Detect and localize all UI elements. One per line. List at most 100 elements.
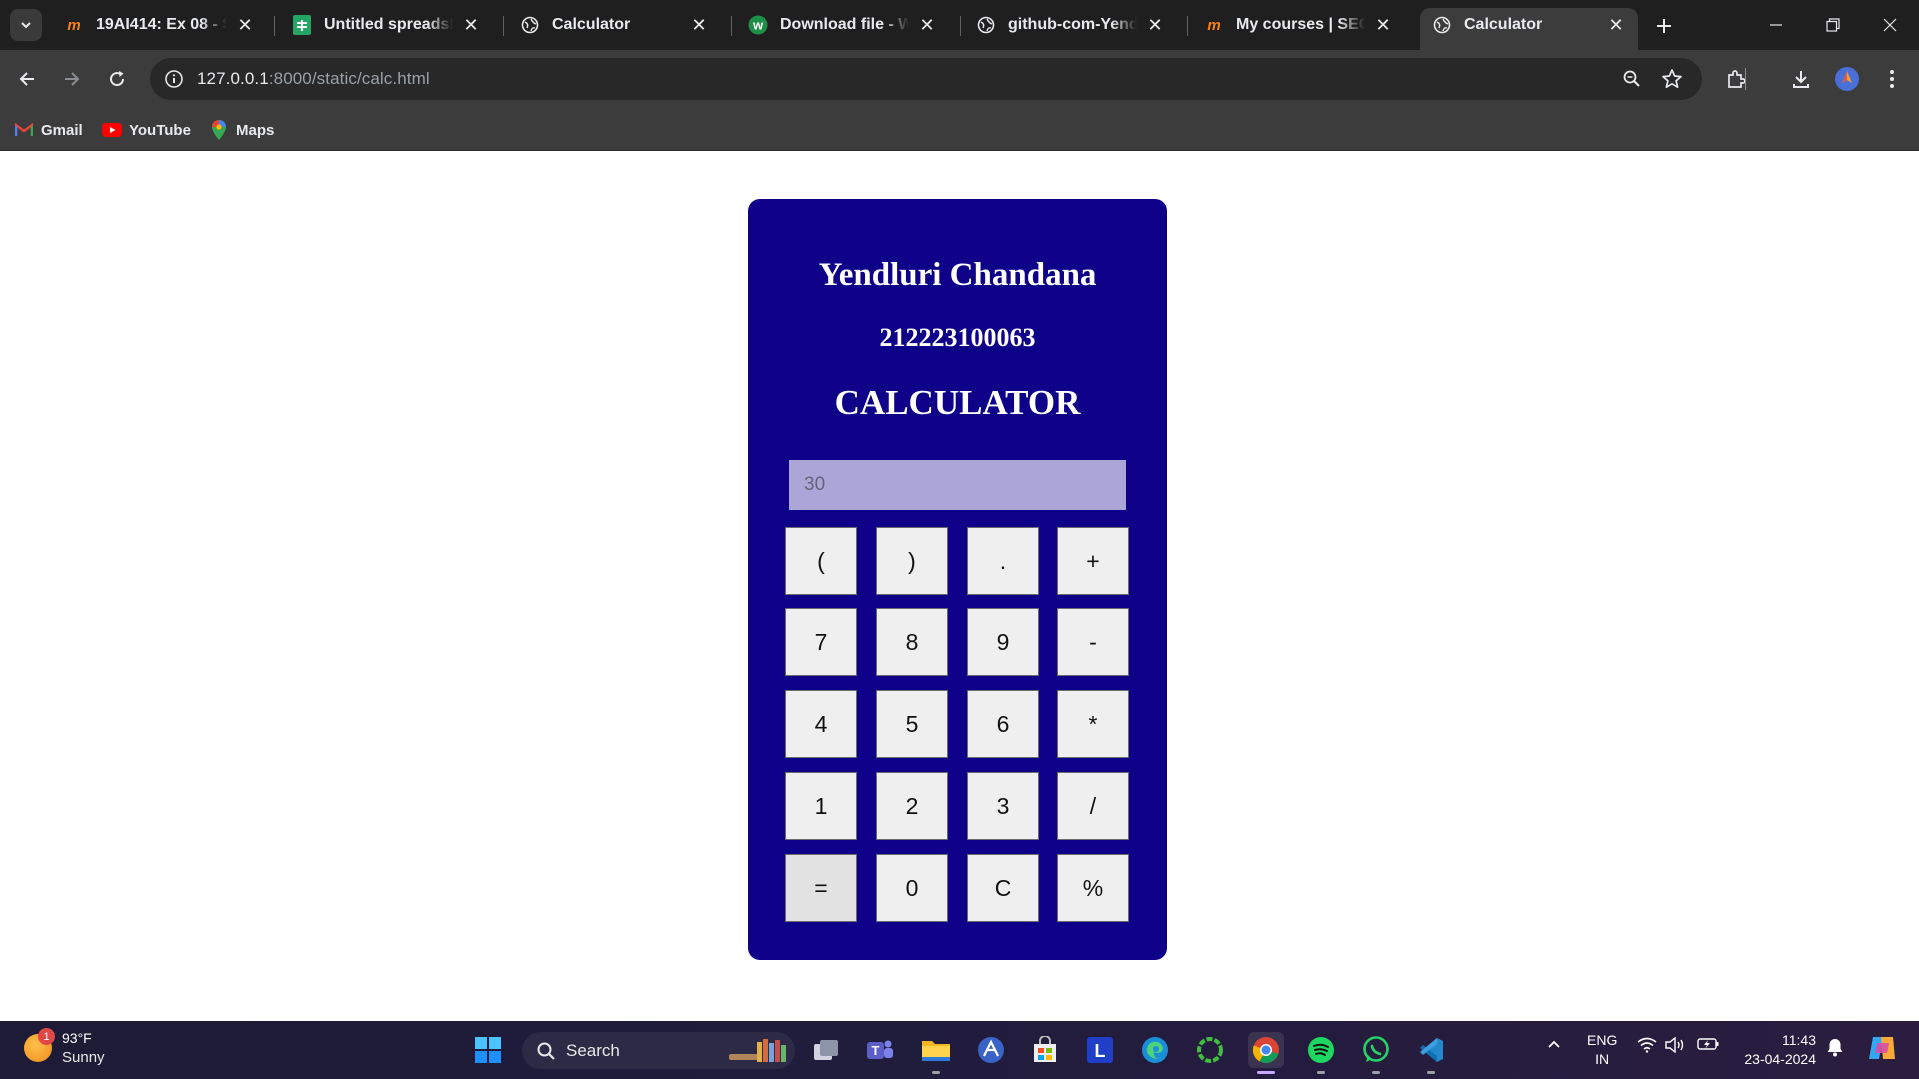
key-3[interactable]: 3 <box>967 772 1039 840</box>
page-content: Yendluri Chandana 212223100063 CALCULATO… <box>0 151 1919 1021</box>
close-icon[interactable]: ✕ <box>1373 15 1393 35</box>
tab-search-button[interactable] <box>10 9 42 41</box>
key-plus[interactable]: + <box>1057 527 1129 595</box>
notifications-icon[interactable] <box>1824 1037 1846 1057</box>
l-app[interactable]: L <box>1082 1032 1118 1068</box>
moodle-icon: m <box>1207 16 1221 34</box>
key-close-paren[interactable]: ) <box>876 527 948 595</box>
clock-date: 23-04-2024 <box>1744 1051 1816 1067</box>
notification-badge: 1 <box>38 1028 55 1045</box>
tab-6[interactable]: m My courses | SEC ✕ <box>1192 8 1405 42</box>
windows-logo-icon <box>475 1037 501 1063</box>
taskbar-search[interactable]: Search <box>522 1032 795 1069</box>
key-decimal[interactable]: . <box>967 527 1039 595</box>
bookmark-label: Maps <box>236 121 275 139</box>
forward-button[interactable] <box>55 62 89 96</box>
svg-text:w: w <box>752 18 764 33</box>
tab-separator <box>1187 16 1188 36</box>
chrome-app[interactable] <box>1248 1032 1284 1074</box>
calculator-display[interactable] <box>789 460 1126 510</box>
tab-separator <box>503 16 504 36</box>
whatsapp-app[interactable] <box>1358 1032 1394 1074</box>
back-button[interactable] <box>10 62 44 96</box>
key-1[interactable]: 1 <box>785 772 857 840</box>
language-indicator[interactable]: ENG IN <box>1587 1031 1617 1069</box>
bookmark-maps[interactable]: Maps <box>209 118 274 142</box>
key-2[interactable]: 2 <box>876 772 948 840</box>
vscode-app[interactable] <box>1413 1032 1449 1074</box>
key-0[interactable]: 0 <box>876 854 948 922</box>
address-bar[interactable]: 127.0.0.1:8000/static/calc.html <box>150 58 1702 100</box>
close-icon[interactable]: ✕ <box>917 15 937 35</box>
close-icon[interactable]: ✕ <box>461 15 481 35</box>
teams-icon: T <box>867 1040 893 1059</box>
tray-overflow-button[interactable] <box>1544 1037 1564 1051</box>
more-menu-icon[interactable] <box>1875 62 1909 96</box>
key-9[interactable]: 9 <box>967 608 1039 676</box>
arrow-left-icon <box>19 72 34 86</box>
battery-icon[interactable] <box>1697 1037 1719 1051</box>
store-app[interactable] <box>1027 1032 1063 1068</box>
spotify-app[interactable] <box>1303 1032 1339 1074</box>
key-multiply[interactable]: * <box>1057 690 1129 758</box>
close-icon[interactable]: ✕ <box>1145 15 1165 35</box>
key-equals[interactable]: = <box>785 854 857 922</box>
bookmark-star-icon[interactable] <box>1660 67 1684 91</box>
key-5[interactable]: 5 <box>876 690 948 758</box>
restore-icon <box>1826 18 1840 32</box>
tab-5[interactable]: github-com-Yendlur ✕ <box>964 8 1177 42</box>
key-8[interactable]: 8 <box>876 608 948 676</box>
weather-widget[interactable]: 1 93°F Sunny <box>24 1028 105 1067</box>
file-explorer-app[interactable] <box>918 1032 954 1074</box>
new-tab-button[interactable] <box>1650 12 1678 40</box>
bookmark-youtube[interactable]: YouTube <box>102 118 191 142</box>
key-minus[interactable]: - <box>1057 608 1129 676</box>
profile-avatar[interactable] <box>1830 62 1864 96</box>
clock[interactable]: 11:43 23-04-2024 <box>1736 1031 1816 1069</box>
restore-button[interactable] <box>1815 10 1851 40</box>
green-ring-app[interactable] <box>1192 1032 1228 1068</box>
zoom-icon[interactable] <box>1620 67 1644 91</box>
url-host: 127.0.0.1 <box>197 69 269 88</box>
key-7[interactable]: 7 <box>785 608 857 676</box>
url-text[interactable]: 127.0.0.1:8000/static/calc.html <box>197 69 430 89</box>
task-view-button[interactable] <box>808 1032 844 1068</box>
close-window-button[interactable] <box>1872 10 1908 40</box>
key-clear[interactable]: C <box>967 854 1039 922</box>
bookmark-label: YouTube <box>129 121 191 139</box>
info-icon[interactable] <box>162 67 186 91</box>
close-icon[interactable]: ✕ <box>1606 15 1626 35</box>
copilot-icon[interactable] <box>1866 1033 1898 1063</box>
key-divide[interactable]: / <box>1057 772 1129 840</box>
arrow-right-icon <box>65 72 80 86</box>
key-percent[interactable]: % <box>1057 854 1129 922</box>
close-icon[interactable]: ✕ <box>235 15 255 35</box>
chevron-up-icon <box>1548 1040 1560 1048</box>
tab-7-active[interactable]: Calculator ✕ <box>1420 8 1638 50</box>
minimize-button[interactable] <box>1758 10 1794 40</box>
tab-2[interactable]: Untitled spreadsheet ✕ <box>280 8 493 42</box>
l-app-icon: L <box>1087 1037 1113 1063</box>
tab-title: Untitled spreadsheet <box>324 16 453 33</box>
vscode-icon <box>1420 1038 1443 1062</box>
wifi-icon[interactable] <box>1636 1037 1658 1053</box>
region-code: IN <box>1595 1051 1610 1067</box>
key-6[interactable]: 6 <box>967 690 1039 758</box>
reload-button[interactable] <box>100 62 134 96</box>
bookmark-gmail[interactable]: Gmail <box>14 118 83 142</box>
tab-1[interactable]: m 19AI414: Ex 08 - Stan ✕ <box>52 8 267 42</box>
tab-3[interactable]: Calculator ✕ <box>508 8 721 42</box>
globe-icon <box>520 15 540 35</box>
app-launcher[interactable] <box>973 1032 1009 1068</box>
key-4[interactable]: 4 <box>785 690 857 758</box>
download-icon[interactable] <box>1784 62 1818 96</box>
volume-icon[interactable] <box>1664 1037 1686 1053</box>
key-open-paren[interactable]: ( <box>785 527 857 595</box>
tab-title: Download file - Web <box>780 16 909 33</box>
start-button[interactable] <box>470 1032 506 1068</box>
edge-app[interactable] <box>1137 1032 1173 1068</box>
teams-app[interactable]: T <box>862 1032 898 1068</box>
tab-4[interactable]: w Download file - Web ✕ <box>736 8 949 42</box>
close-icon[interactable]: ✕ <box>689 15 709 35</box>
running-indicator <box>1372 1071 1380 1074</box>
